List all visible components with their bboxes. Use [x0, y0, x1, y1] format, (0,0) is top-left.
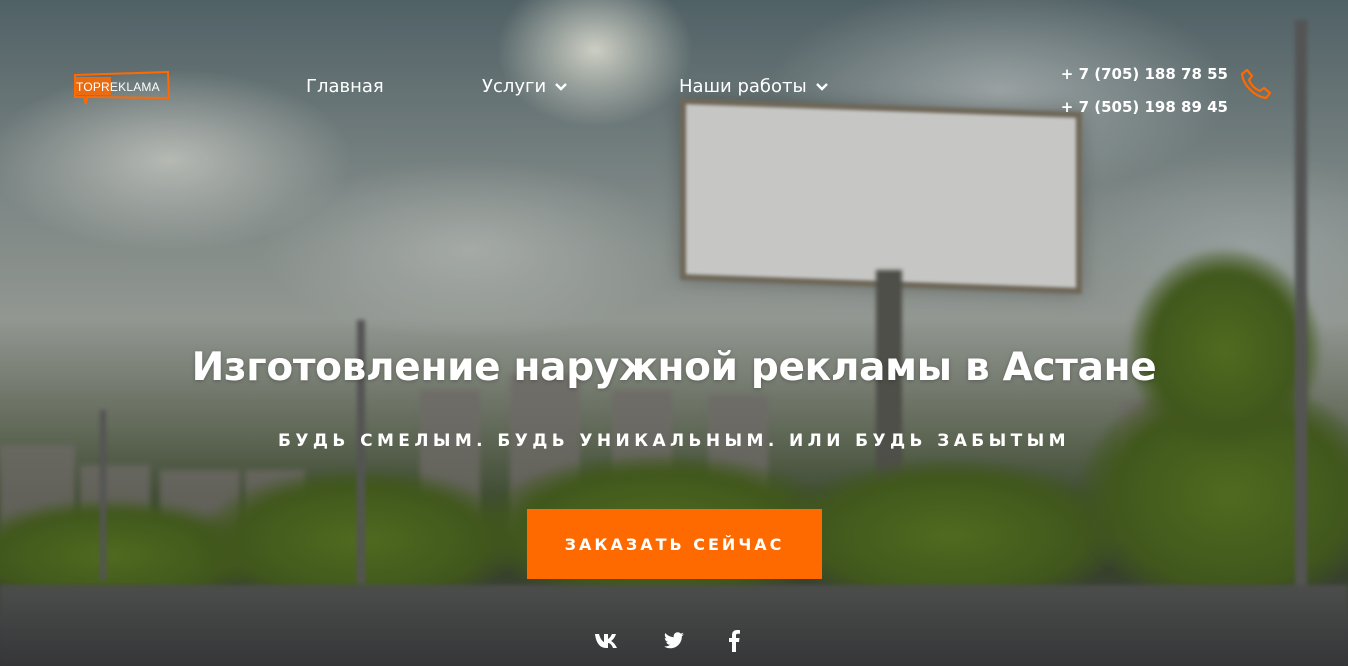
- logo-text: TOPREKLAMA: [76, 80, 160, 94]
- chevron-down-icon: [815, 82, 828, 91]
- nav-item-label: Главная: [306, 76, 384, 97]
- twitter-link[interactable]: [661, 628, 687, 654]
- vk-link[interactable]: [593, 628, 619, 654]
- hero-title: Изготовление наружной рекламы в Астане: [191, 345, 1157, 390]
- twitter-icon: [664, 632, 684, 649]
- nav-item-home[interactable]: Главная: [306, 76, 384, 97]
- nav-item-portfolio[interactable]: Наши работы: [679, 76, 829, 97]
- vk-icon: [595, 634, 617, 648]
- chevron-down-icon: [555, 82, 568, 91]
- nav-item-label: Услуги: [482, 76, 547, 97]
- phone-link[interactable]: + 7 (505) 198 89 45: [1061, 91, 1228, 124]
- order-now-button[interactable]: ЗАКАЗАТЬ СЕЙЧАС: [527, 509, 822, 579]
- phone-icon[interactable]: [1238, 66, 1274, 102]
- phone-link[interactable]: + 7 (705) 188 78 55: [1061, 58, 1228, 91]
- logo[interactable]: TOPREKLAMA: [73, 71, 171, 105]
- nav-item-services[interactable]: Услуги: [482, 76, 568, 97]
- facebook-icon: [729, 630, 740, 652]
- facebook-link[interactable]: [721, 628, 747, 654]
- hero-subtitle: БУДЬ СМЕЛЫМ. БУДЬ УНИКАЛЬНЫМ. ИЛИ БУДЬ З…: [278, 431, 1070, 451]
- phone-list: + 7 (705) 188 78 55 + 7 (505) 198 89 45: [1061, 58, 1228, 124]
- nav-item-label: Наши работы: [679, 76, 807, 97]
